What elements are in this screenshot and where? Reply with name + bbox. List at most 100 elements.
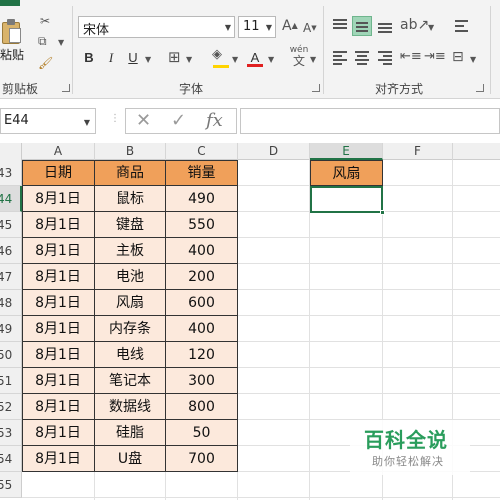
enter-icon[interactable]: ✓ <box>171 109 186 133</box>
middle-align-button[interactable] <box>352 16 372 36</box>
bold-button[interactable]: B <box>80 49 98 67</box>
table-cell-date[interactable]: 8月1日 <box>22 446 95 472</box>
row-header-43[interactable]: 43 <box>0 160 22 186</box>
table-cell-sales[interactable]: 550 <box>166 212 238 238</box>
table-cell-product[interactable]: 电池 <box>95 264 166 290</box>
table-cell-date[interactable]: 8月1日 <box>22 316 95 342</box>
font-launcher-icon[interactable] <box>312 84 320 92</box>
grow-font-button[interactable]: A▲ <box>282 19 298 33</box>
table-cell-date[interactable]: 8月1日 <box>22 238 95 264</box>
bottom-align-button[interactable] <box>375 16 395 36</box>
table-cell-product[interactable]: 键盘 <box>95 212 166 238</box>
column-header-f[interactable]: F <box>383 143 453 160</box>
orientation-dropdown-icon[interactable]: ▼ <box>428 21 434 35</box>
row-header-55[interactable]: 55 <box>0 472 22 498</box>
font-size-select[interactable]: 11 ▼ <box>238 16 276 38</box>
table-cell-sales[interactable]: 50 <box>166 420 238 446</box>
table-cell-sales[interactable]: 200 <box>166 264 238 290</box>
phonetic-dropdown-icon[interactable]: ▼ <box>310 53 316 67</box>
criteria-header-cell[interactable]: 风扇 <box>310 160 383 186</box>
row-header-49[interactable]: 49 <box>0 316 22 342</box>
decrease-indent-icon[interactable]: ⇤≡ <box>400 50 422 64</box>
paste-button-label[interactable]: 粘贴 <box>0 46 24 63</box>
table-cell-sales[interactable]: 490 <box>166 186 238 212</box>
formula-input[interactable] <box>240 108 500 134</box>
underline-dropdown-icon[interactable]: ▼ <box>145 53 151 67</box>
row-header-54[interactable]: 54 <box>0 446 22 472</box>
clipboard-launcher-icon[interactable] <box>62 84 70 92</box>
format-painter-icon[interactable]: 🖌 <box>38 56 53 70</box>
row-header-48[interactable]: 48 <box>0 290 22 316</box>
selected-cell[interactable] <box>310 186 385 215</box>
table-cell-product[interactable]: 内存条 <box>95 316 166 342</box>
row-header-50[interactable]: 50 <box>0 342 22 368</box>
shrink-font-button[interactable]: A▼ <box>303 21 317 35</box>
row-header-51[interactable]: 51 <box>0 368 22 394</box>
row-header-45[interactable]: 45 <box>0 212 22 238</box>
cut-icon[interactable]: ✂ <box>40 14 50 28</box>
font-color-dropdown-icon[interactable]: ▼ <box>268 53 274 67</box>
borders-dropdown-icon[interactable]: ▼ <box>186 53 192 67</box>
column-header-c[interactable]: C <box>166 143 238 160</box>
table-cell-date[interactable]: 8月1日 <box>22 342 95 368</box>
fill-color-dropdown-icon[interactable]: ▼ <box>232 53 238 67</box>
row-header-44[interactable]: 44 <box>0 186 22 212</box>
row-header-46[interactable]: 46 <box>0 238 22 264</box>
copy-icon[interactable]: ⧉ <box>38 34 47 48</box>
phonetic-guide-button[interactable]: wén 文 <box>288 45 310 68</box>
row-header-52[interactable]: 52 <box>0 394 22 420</box>
table-cell-date[interactable]: 8月1日 <box>22 264 95 290</box>
fill-color-icon[interactable]: ◈ <box>212 48 230 68</box>
table-cell-sales[interactable]: 700 <box>166 446 238 472</box>
table-cell-product[interactable]: 电线 <box>95 342 166 368</box>
table-cell-sales[interactable]: 800 <box>166 394 238 420</box>
align-center-button[interactable] <box>352 48 372 68</box>
file-tab-edge[interactable] <box>0 0 20 6</box>
table-cell-product[interactable]: 笔记本 <box>95 368 166 394</box>
cancel-icon[interactable]: ✕ <box>136 109 151 133</box>
table-cell-product[interactable]: 风扇 <box>95 290 166 316</box>
table-cell-date[interactable]: 8月1日 <box>22 394 95 420</box>
fill-handle[interactable] <box>380 210 385 215</box>
column-header-d[interactable]: D <box>238 143 310 160</box>
font-name-select[interactable]: 宋体 ▼ <box>78 16 235 38</box>
table-cell-sales[interactable]: 600 <box>166 290 238 316</box>
insert-function-icon[interactable]: fx <box>206 109 223 133</box>
table-cell-product[interactable]: 主板 <box>95 238 166 264</box>
column-header-b[interactable]: B <box>95 143 166 160</box>
header-cell-date[interactable]: 日期 <box>22 160 95 186</box>
font-color-button[interactable]: A <box>246 49 264 67</box>
orientation-icon[interactable]: ab↗ <box>400 18 429 32</box>
table-cell-sales[interactable]: 120 <box>166 342 238 368</box>
select-all-corner[interactable] <box>0 143 22 160</box>
borders-icon[interactable]: ⊞ <box>168 50 181 65</box>
merge-dropdown-icon[interactable]: ▼ <box>470 53 476 67</box>
table-cell-date[interactable]: 8月1日 <box>22 368 95 394</box>
header-cell-product[interactable]: 商品 <box>95 160 166 186</box>
paste-icon[interactable] <box>0 18 22 44</box>
name-box-dropdown-icon[interactable]: ▼ <box>84 118 90 127</box>
table-cell-date[interactable]: 8月1日 <box>22 420 95 446</box>
alignment-launcher-icon[interactable] <box>476 84 484 92</box>
wrap-text-icon[interactable] <box>452 16 472 36</box>
align-right-button[interactable] <box>375 48 395 68</box>
merge-center-icon[interactable]: ⊟ <box>452 50 464 64</box>
table-cell-product[interactable]: 鼠标 <box>95 186 166 212</box>
table-cell-sales[interactable]: 400 <box>166 238 238 264</box>
column-header-e[interactable]: E <box>310 143 383 160</box>
underline-button[interactable]: U <box>124 49 142 67</box>
name-box[interactable]: E44 ▼ <box>0 108 96 134</box>
table-cell-sales[interactable]: 400 <box>166 316 238 342</box>
table-cell-product[interactable]: 数据线 <box>95 394 166 420</box>
header-cell-sales[interactable]: 销量 <box>166 160 238 186</box>
font-size-dropdown-icon[interactable]: ▼ <box>266 23 272 32</box>
row-header-53[interactable]: 53 <box>0 420 22 446</box>
table-cell-product[interactable]: 硅脂 <box>95 420 166 446</box>
table-cell-date[interactable]: 8月1日 <box>22 212 95 238</box>
top-align-button[interactable] <box>330 16 350 36</box>
table-cell-date[interactable]: 8月1日 <box>22 290 95 316</box>
table-cell-sales[interactable]: 300 <box>166 368 238 394</box>
row-header-47[interactable]: 47 <box>0 264 22 290</box>
font-name-dropdown-icon[interactable]: ▼ <box>225 23 231 32</box>
copy-dropdown-icon[interactable]: ▼ <box>58 36 64 50</box>
